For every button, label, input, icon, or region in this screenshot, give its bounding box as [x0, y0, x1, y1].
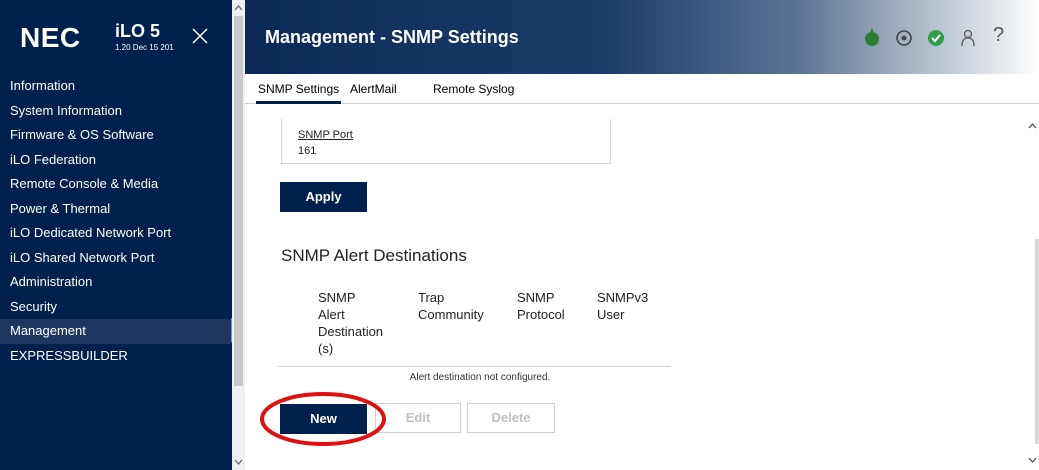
locate-icon[interactable] [894, 28, 914, 48]
delete-button[interactable]: Delete [467, 403, 555, 433]
header-line: Alert [318, 307, 345, 322]
sidebar-item-remote-console-media[interactable]: Remote Console & Media [0, 172, 232, 197]
sidebar: NEC iLO 5 1.20 Dec 15 201 Information Sys… [0, 0, 245, 470]
tab-remote-syslog[interactable]: Remote Syslog [433, 82, 514, 96]
new-button[interactable]: New [280, 404, 367, 434]
sidebar-item-administration[interactable]: Administration [0, 270, 232, 295]
page-header: Management - SNMP Settings ? [245, 0, 1039, 74]
page-title: Management - SNMP Settings [265, 27, 519, 47]
sidebar-nav: Information System Information Firmware & … [0, 74, 232, 368]
header-line: Community [418, 307, 484, 322]
edit-button[interactable]: Edit [375, 403, 461, 433]
sidebar-scroll-thumb[interactable] [234, 16, 243, 386]
sidebar-item-power-thermal[interactable]: Power & Thermal [0, 197, 232, 222]
sidebar-item-ilo-federation[interactable]: iLO Federation [0, 148, 232, 173]
header-line: SNMP [318, 290, 356, 305]
scroll-down-icon[interactable] [1028, 456, 1037, 464]
sidebar-header: NEC iLO 5 1.20 Dec 15 201 [0, 0, 232, 72]
user-icon[interactable] [958, 28, 978, 48]
column-header-snmp-protocol[interactable]: SNMP Protocol [517, 289, 577, 323]
product-name: iLO 5 [115, 21, 161, 41]
header-line: SNMP [517, 290, 555, 305]
power-icon[interactable] [862, 28, 882, 48]
snmp-port-panel: SNMP Port 161 [281, 119, 611, 164]
sidebar-item-management[interactable]: Management [0, 319, 232, 344]
content-scrollbar[interactable] [1025, 104, 1039, 470]
tab-snmp-settings[interactable]: SNMP Settings [255, 82, 342, 104]
scroll-up-icon[interactable] [1028, 122, 1037, 130]
column-header-trap-community[interactable]: Trap Community [418, 289, 498, 323]
sidebar-scrollbar[interactable] [232, 0, 245, 470]
header-line: SNMPv3 [597, 290, 649, 305]
main-content: SNMP Port 161 Apply SNMP Alert Destinati… [245, 105, 1025, 470]
header-line: Trap [418, 290, 445, 305]
help-icon[interactable]: ? [993, 24, 1013, 46]
table-divider [278, 366, 671, 367]
content-scroll-thumb[interactable] [1035, 239, 1039, 444]
scroll-up-icon[interactable] [233, 2, 244, 14]
column-header-alert-destination[interactable]: SNMP Alert Destination (s) [318, 289, 388, 357]
scroll-down-icon[interactable] [233, 456, 244, 468]
health-check-icon[interactable] [926, 28, 946, 48]
header-line: (s) [318, 341, 334, 356]
sidebar-item-security[interactable]: Security [0, 295, 232, 320]
column-header-snmpv3-user[interactable]: SNMPv3 User [597, 289, 657, 323]
nec-logo: NEC [20, 22, 81, 53]
empty-table-message: Alert destination not configured. [409, 372, 551, 383]
alert-destinations-title: SNMP Alert Destinations [281, 246, 467, 265]
firmware-version: 1.20 Dec 15 201 [115, 43, 174, 52]
tab-bar: SNMP Settings AlertMail Remote Syslog [245, 74, 1039, 104]
apply-button[interactable]: Apply [280, 182, 367, 212]
sidebar-item-firmware-os-software[interactable]: Firmware & OS Software [0, 123, 232, 148]
sidebar-item-ilo-shared-network-port[interactable]: iLO Shared Network Port [0, 246, 232, 271]
header-line: User [597, 307, 625, 322]
sidebar-item-system-information[interactable]: System Information [0, 99, 232, 124]
snmp-port-label: SNMP Port [298, 129, 353, 141]
header-line: Destination [318, 324, 384, 339]
header-line: Protocol [517, 307, 565, 322]
snmp-port-value: 161 [298, 145, 317, 157]
close-icon[interactable] [190, 26, 210, 46]
sidebar-item-information[interactable]: Information [0, 74, 232, 99]
tab-alertmail[interactable]: AlertMail [350, 82, 397, 96]
sidebar-item-ilo-dedicated-network-port[interactable]: iLO Dedicated Network Port [0, 221, 232, 246]
sidebar-item-expressbuilder[interactable]: EXPRESSBUILDER [0, 344, 232, 369]
